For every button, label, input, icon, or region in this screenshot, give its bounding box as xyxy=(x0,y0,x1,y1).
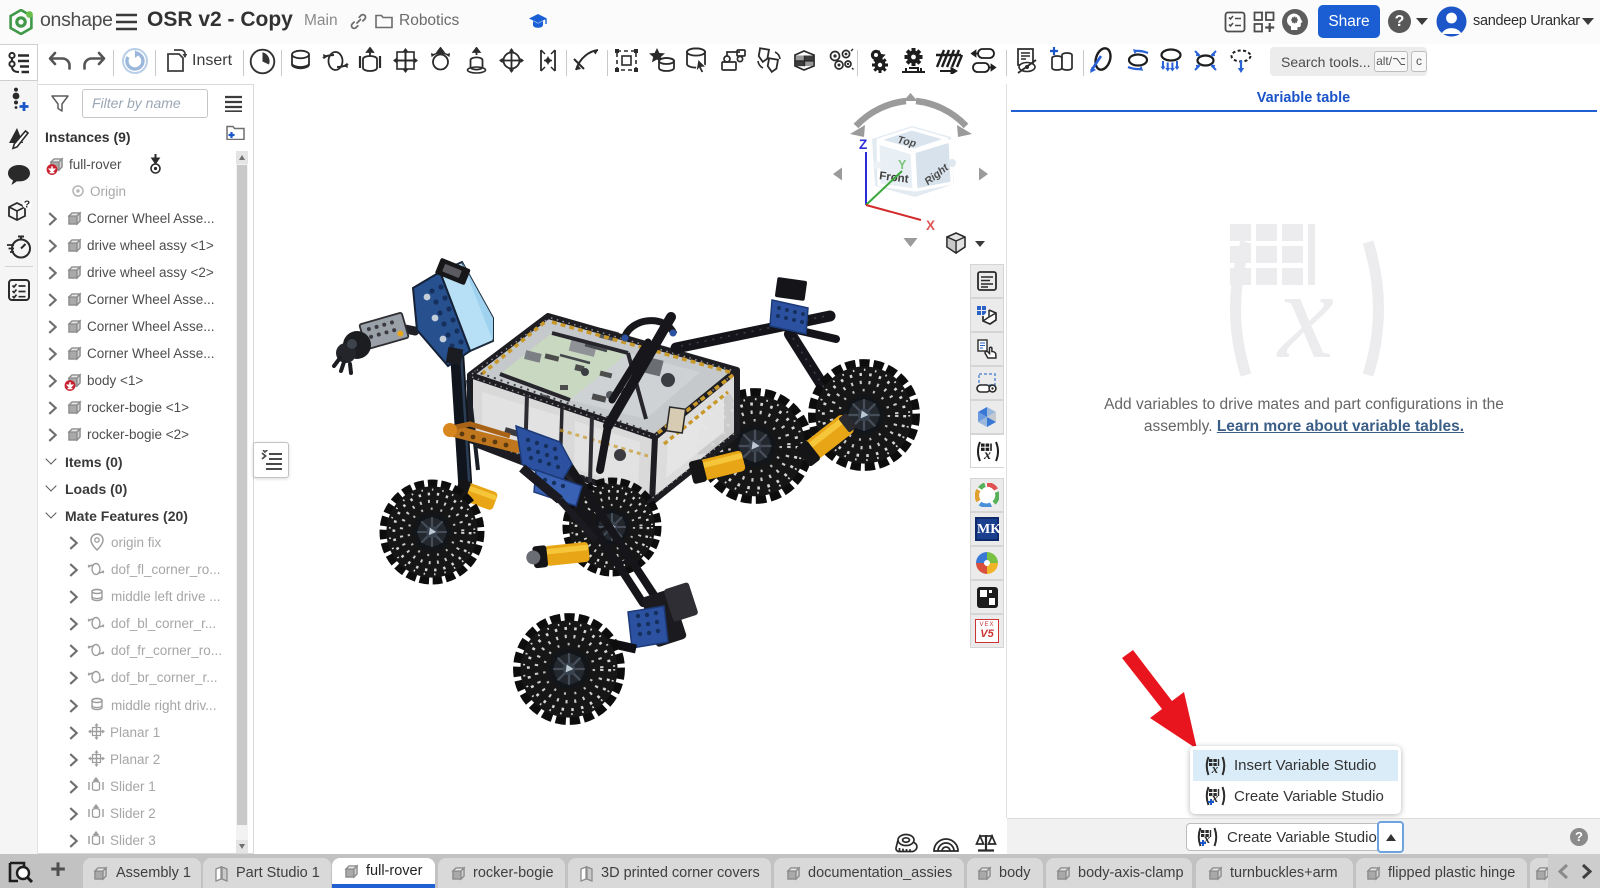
svg-text:Z: Z xyxy=(859,137,867,152)
svg-text:Y: Y xyxy=(898,158,907,172)
svg-text:x: x xyxy=(1211,761,1219,776)
svg-text:?: ? xyxy=(23,199,29,211)
svg-text:x: x xyxy=(983,448,991,462)
svg-text:x: x xyxy=(1276,246,1334,377)
svg-text:X: X xyxy=(926,218,935,233)
